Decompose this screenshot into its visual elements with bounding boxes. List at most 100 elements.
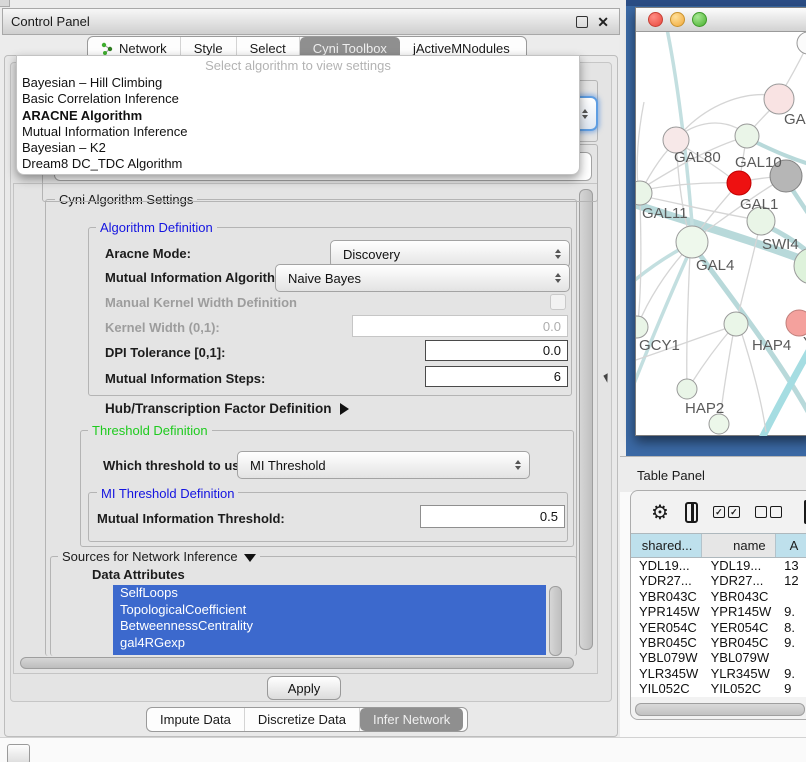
table-row[interactable]: YBR043CYBR043C [631,589,806,604]
spinner-icon [582,109,588,119]
table-panel-title: Table Panel [620,468,705,483]
dropdown-item[interactable]: Dream8 DC_TDC Algorithm [17,156,579,172]
table-cell: YER054C [631,620,703,635]
chevron-down-icon [244,554,256,562]
table-header-row: shared... name A [631,533,806,558]
spinner-icon [515,460,521,470]
network-window-titlebar [636,8,806,32]
column-header[interactable]: shared... [631,534,702,557]
table-cell: 9. [776,635,806,650]
network-node[interactable] [764,84,794,114]
dpi-tolerance-field[interactable]: 0.0 [425,340,568,361]
which-threshold-value: MI Threshold [238,458,515,473]
close-panel-button[interactable]: ✕ [597,15,609,29]
sources-title[interactable]: Sources for Network Inference [58,549,260,564]
dropdown-item-selected[interactable]: ARACNE Algorithm [17,108,579,124]
select-all-checkboxes-icon[interactable]: ✓✓ [713,506,740,518]
apply-button[interactable]: Apply [267,676,341,700]
network-node[interactable] [676,226,708,258]
minimize-window-button[interactable] [670,12,685,27]
mi-steps-field[interactable]: 6 [425,366,568,387]
table-row[interactable]: YIL052CYIL052C9 [631,681,806,696]
list-item[interactable]: SelfLoops [113,585,546,602]
column-header[interactable]: name [702,534,775,557]
dropdown-item[interactable]: Bayesian – K2 [17,140,579,156]
network-node[interactable] [724,312,748,336]
table-row[interactable]: YDR27...YDR27...12 [631,573,806,588]
float-window-button[interactable] [576,16,588,28]
network-node[interactable] [786,310,806,336]
data-attributes-list[interactable]: SelfLoops TopologicalCoefficient Between… [113,585,546,655]
list-item[interactable]: TopologicalCoefficient [113,602,546,619]
network-icon [101,42,114,55]
collapsed-panel-button[interactable] [7,744,30,762]
gear-icon[interactable]: ⚙ [651,500,669,525]
aracne-mode-label: Aracne Mode: [105,246,191,261]
table-cell: YER054C [703,620,777,635]
list-item[interactable]: gal4RGexp [113,635,546,652]
network-edge[interactable] [678,95,777,137]
table-cell: 8. [776,620,806,635]
manual-kernel-checkbox[interactable] [550,294,566,310]
aracne-mode-value: Discovery [331,247,555,262]
settings-horizontal-scrollbar[interactable] [20,657,574,669]
table-cell: YBR043C [631,589,703,604]
network-node[interactable] [677,379,697,399]
table-window: ⚙ ✓✓ shared... name A YDL19...YDL19...13… [630,490,806,720]
tab-infer-network[interactable]: Infer Network [360,708,463,731]
kernel-width-label: Kernel Width (0,1): [105,320,220,335]
table-row[interactable]: YER054CYER054C8. [631,620,806,635]
settings-vertical-scrollbar[interactable] [579,189,593,650]
network-node[interactable] [727,171,751,195]
table-row[interactable]: YLR345WYLR345W9. [631,666,806,681]
table-row[interactable]: YDL19...YDL19...13 [631,558,806,573]
column-header[interactable]: A [776,534,806,557]
attributes-list-scrollbar[interactable] [549,586,562,656]
tab-impute-data[interactable]: Impute Data [147,708,245,731]
top-left-notch [0,0,10,7]
network-edge[interactable] [637,102,644,188]
network-node[interactable] [636,181,652,205]
table-cell: 9 [776,681,806,696]
control-panel-titlebar: Control Panel ✕ [2,8,620,35]
table-cell: 9. [776,666,806,681]
algorithm-dropdown[interactable]: Select algorithm to view settings Bayesi… [16,55,580,175]
close-window-button[interactable] [648,12,663,27]
network-window[interactable]: GALGAL80GAL10GAL1GAL11GAL4SWI4GCY1HAP4YH… [635,7,806,436]
kernel-width-field[interactable]: 0.0 [352,315,568,337]
node-table-body: YDL19...YDL19...13YDR27...YDR27...12YBR0… [631,558,806,697]
table-horizontal-scrollbar[interactable] [635,703,805,716]
columns-icon[interactable] [685,502,698,523]
network-edge[interactable] [638,198,641,322]
chevron-right-icon [340,403,349,415]
maximize-window-button[interactable] [692,12,707,27]
network-canvas[interactable]: GALGAL80GAL10GAL1GAL11GAL4SWI4GCY1HAP4YH… [636,32,806,436]
network-node-label: GAL [784,111,806,128]
dropdown-item[interactable]: Basic Correlation Inference [17,91,579,107]
table-cell: 13 [776,558,806,573]
hub-definition-expander[interactable]: Hub/Transcription Factor Definition [105,401,349,416]
table-row[interactable]: YBR045CYBR045C9. [631,635,806,650]
table-cell [776,589,806,604]
network-node-label: GAL10 [735,154,782,171]
mi-threshold-field[interactable]: 0.5 [420,505,565,528]
network-node[interactable] [735,124,759,148]
table-cell: YLR345W [631,666,703,681]
network-node[interactable] [636,316,648,338]
table-row[interactable]: YPR145WYPR145W9. [631,604,806,619]
network-edge[interactable] [687,254,690,387]
deselect-all-checkboxes-icon[interactable] [755,506,782,518]
network-node-label: GAL11 [642,205,688,222]
list-item[interactable]: BetweennessCentrality [113,618,546,635]
tab-discretize-data[interactable]: Discretize Data [245,708,360,731]
dropdown-item[interactable]: Bayesian – Hill Climbing [17,75,579,91]
table-row[interactable]: YBL079WYBL079W [631,650,806,665]
screenshot-root: Control Panel ✕ Network Style Select Cyn… [0,0,806,762]
table-cell: YPR145W [703,604,777,619]
network-node[interactable] [709,414,729,434]
dropdown-item[interactable]: Mutual Information Inference [17,124,579,140]
which-threshold-combo[interactable]: MI Threshold [237,451,530,479]
network-node-label: GCY1 [639,337,680,354]
network-node[interactable] [797,32,806,54]
mi-type-combo[interactable]: Naive Bayes [275,264,570,292]
